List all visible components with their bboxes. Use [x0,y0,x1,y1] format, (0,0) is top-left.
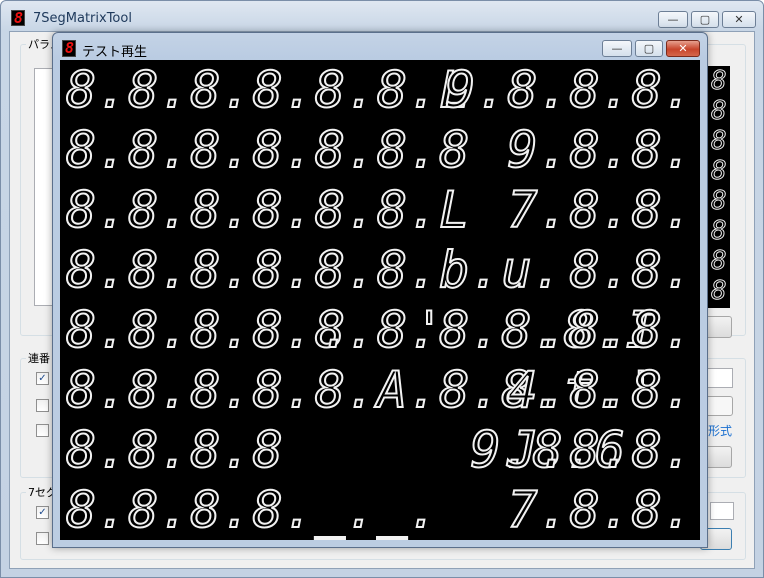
serial-checkbox-3[interactable] [36,424,49,437]
main-minimize-button[interactable]: — [658,11,688,28]
seg-spinner[interactable] [710,502,734,520]
serial-checkbox-1[interactable]: ✓ [36,372,49,385]
seg-checkbox-2[interactable] [36,532,49,545]
display-row: 8.8.8.8.8.A.8.8.t.' 4.8.8. [60,360,700,420]
main-titlebar[interactable]: 8 7SegMatrixTool — ▢ ✕ [1,1,763,31]
display-row: 8.8.8.8.8.8.L 7.8.8. [60,180,700,240]
seven-segment-app-icon: 8 [62,39,76,57]
display-row-right: 8.8. [569,241,694,299]
strip-digit: 8 [711,96,728,127]
display-row-right: J.8.8. [506,421,694,479]
display-row: 8.8.8.8._._. 7.8.8. [60,480,700,540]
display-row-right: 9.8.8. [506,121,694,179]
display-row: 8.8.8.8.8.8.8.8.8.I. ' .8.8. [60,300,700,360]
display-row-left: 8.8.8.8.8.8.b.u. [65,241,564,299]
display-row-right: 9.8.8.8. [444,61,694,119]
test-close-button[interactable]: ✕ [666,40,700,57]
icon-glyph: 8 [14,9,24,27]
serial-group-label: 連番 [26,350,52,366]
display-row-right: . ' .8.8. [320,301,694,359]
display-row-left: 8.8.8.8._._. [65,481,440,539]
strip-digit: 8 [711,186,728,217]
icon-glyph: 8 [65,39,75,57]
seven-segment-display: 8.8.8.8.8.8.L 9.8.8.8. 8.8.8.8.8.8.8 9.8.8… [60,60,700,540]
preview-digit-strip: 88888888 [708,66,730,308]
strip-digit: 8 [711,216,728,247]
format-link[interactable]: 形式 [708,422,732,439]
strip-digit: 8 [711,156,728,187]
test-minimize-button[interactable]: — [602,40,632,57]
serial-checkbox-2[interactable] [36,399,49,412]
display-row-left: 8.8.8.8.8.8.L [65,181,471,239]
test-window-title: テスト再生 [82,45,148,60]
display-row-right: 7.8.8. [506,181,694,239]
strip-digit: 8 [711,126,728,157]
display-row-right: 4.8.8. [506,361,694,419]
serial-input-2[interactable] [705,396,733,416]
seg-checkbox-1[interactable]: ✓ [36,506,49,519]
main-close-button[interactable]: ✕ [722,11,756,28]
display-row-right: 7.8.8. [506,481,694,539]
display-row-left: 8.8.8.8.8.8.L [65,61,471,119]
display-row: 8.8.8.8.8.8.b.u. 8.8. [60,240,700,300]
strip-digit: 8 [711,276,728,307]
main-maximize-button[interactable]: ▢ [691,11,719,28]
seven-segment-app-icon: 8 [11,9,25,27]
main-window-title: 7SegMatrixTool [33,11,132,26]
test-maximize-button[interactable]: ▢ [635,40,663,57]
serial-input-1[interactable] [705,368,733,388]
test-playback-window: 8 テスト再生 — ▢ ✕ 8.8.8.8.8.8.L 9.8.8.8. 8.8.… [52,32,708,548]
display-row-left: 8.8.8.8.8.8.8 [65,121,471,179]
display-row: 8.8.8.8 9.8.6 J.8.8. [60,420,700,480]
display-row: 8.8.8.8.8.8.8 9.8.8. [60,120,700,180]
strip-digit: 8 [711,66,728,97]
strip-digit: 8 [711,246,728,277]
display-row: 8.8.8.8.8.8.L 9.8.8.8. [60,60,700,120]
